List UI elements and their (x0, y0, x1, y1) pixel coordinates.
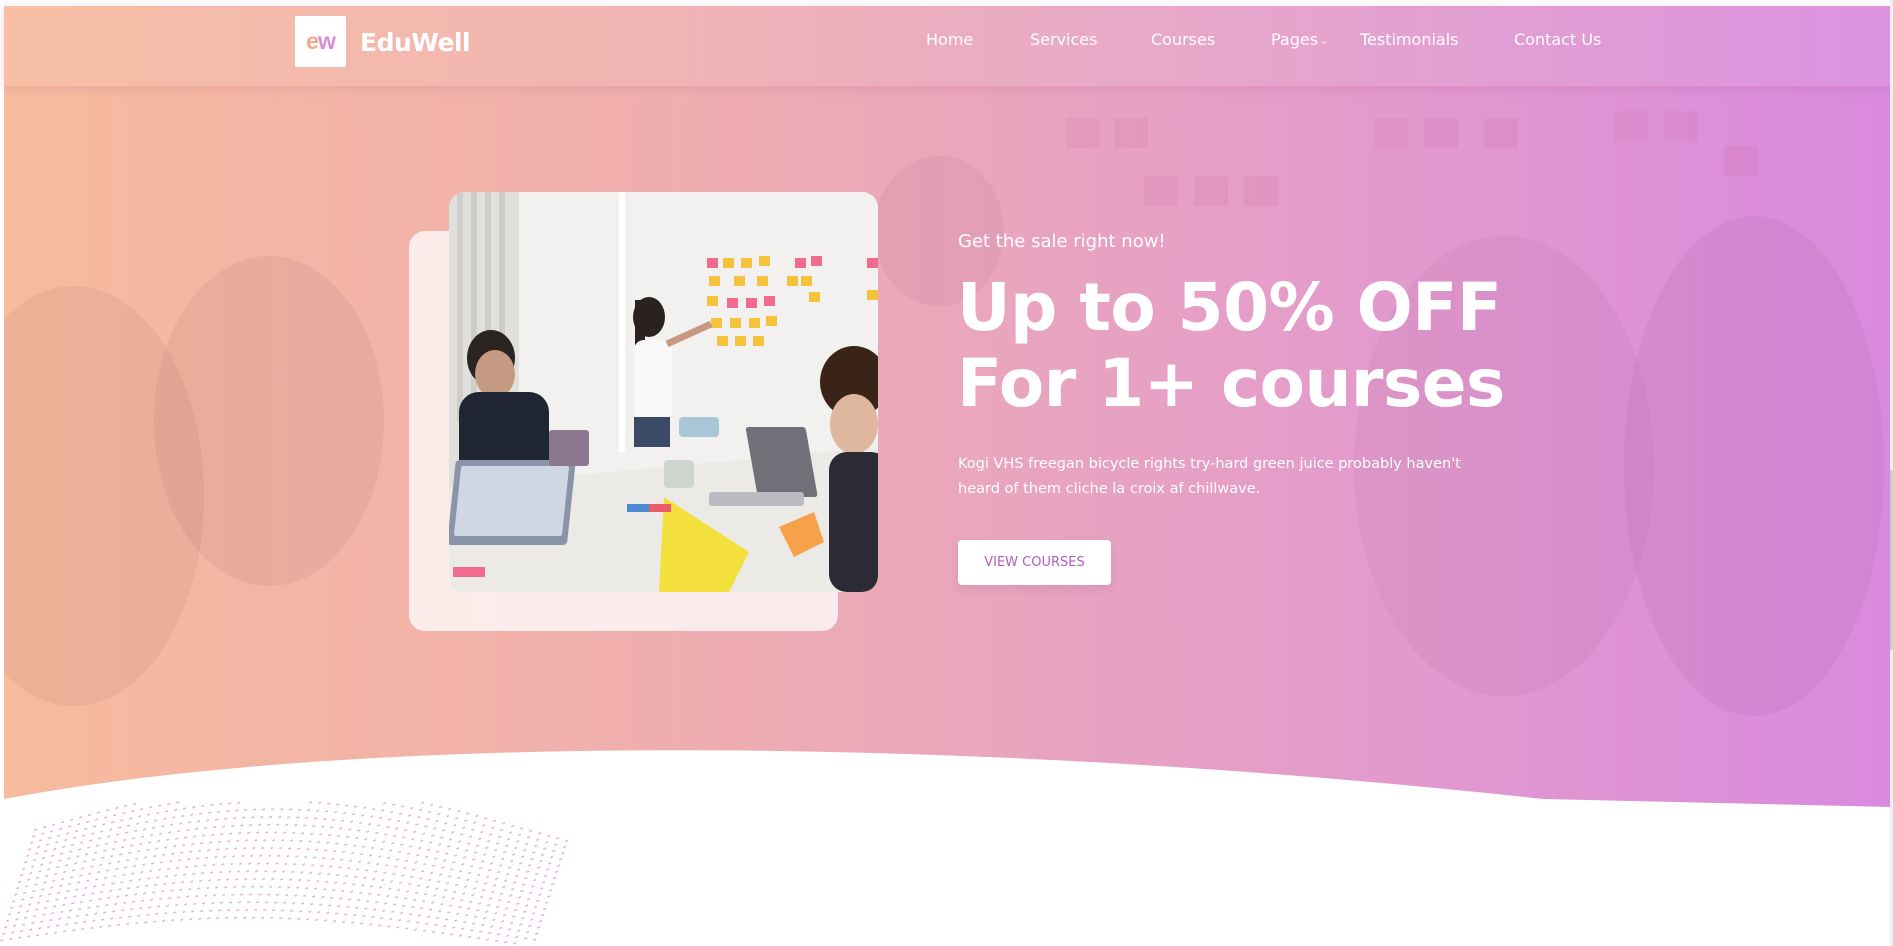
logo-letter-e: e (306, 28, 319, 54)
hero-background-photo (4, 6, 1890, 811)
logo-letter-w: w (317, 28, 336, 54)
hero-description: Kogi VHS freegan bicycle rights try-hard… (958, 456, 1461, 497)
nav-item-contact-us[interactable]: Contact Us (1514, 30, 1601, 49)
page: ew EduWell Home Services Courses Pages ⌄ … (0, 0, 1893, 946)
nav-item-pages[interactable]: Pages ⌄ (1271, 30, 1328, 49)
hero-headline-line-2: For 1+ courses (957, 345, 1505, 422)
hero-kicker-text: Get the sale right now! (958, 231, 1166, 252)
nav-item-courses[interactable]: Courses (1151, 30, 1215, 49)
classroom-photo (449, 192, 878, 592)
chevron-down-icon: ⌄ (1320, 36, 1329, 47)
hero-headline-line-1: Up to 50% OFF (957, 269, 1502, 346)
decorative-dot-pattern (0, 801, 569, 945)
view-courses-button[interactable]: VIEW COURSES (958, 540, 1111, 585)
hero-banner (4, 6, 1890, 811)
nav-item-testimonials[interactable]: Testimonials (1360, 30, 1459, 49)
nav-item-pages-label: Pages (1271, 30, 1319, 49)
nav-item-services[interactable]: Services (1030, 30, 1097, 49)
hero-headline: Up to 50% OFF For 1+ courses (957, 270, 1505, 422)
brand-logo[interactable]: ew (295, 16, 346, 67)
brand-name[interactable]: EduWell (360, 28, 471, 57)
nav-item-home[interactable]: Home (926, 30, 973, 49)
